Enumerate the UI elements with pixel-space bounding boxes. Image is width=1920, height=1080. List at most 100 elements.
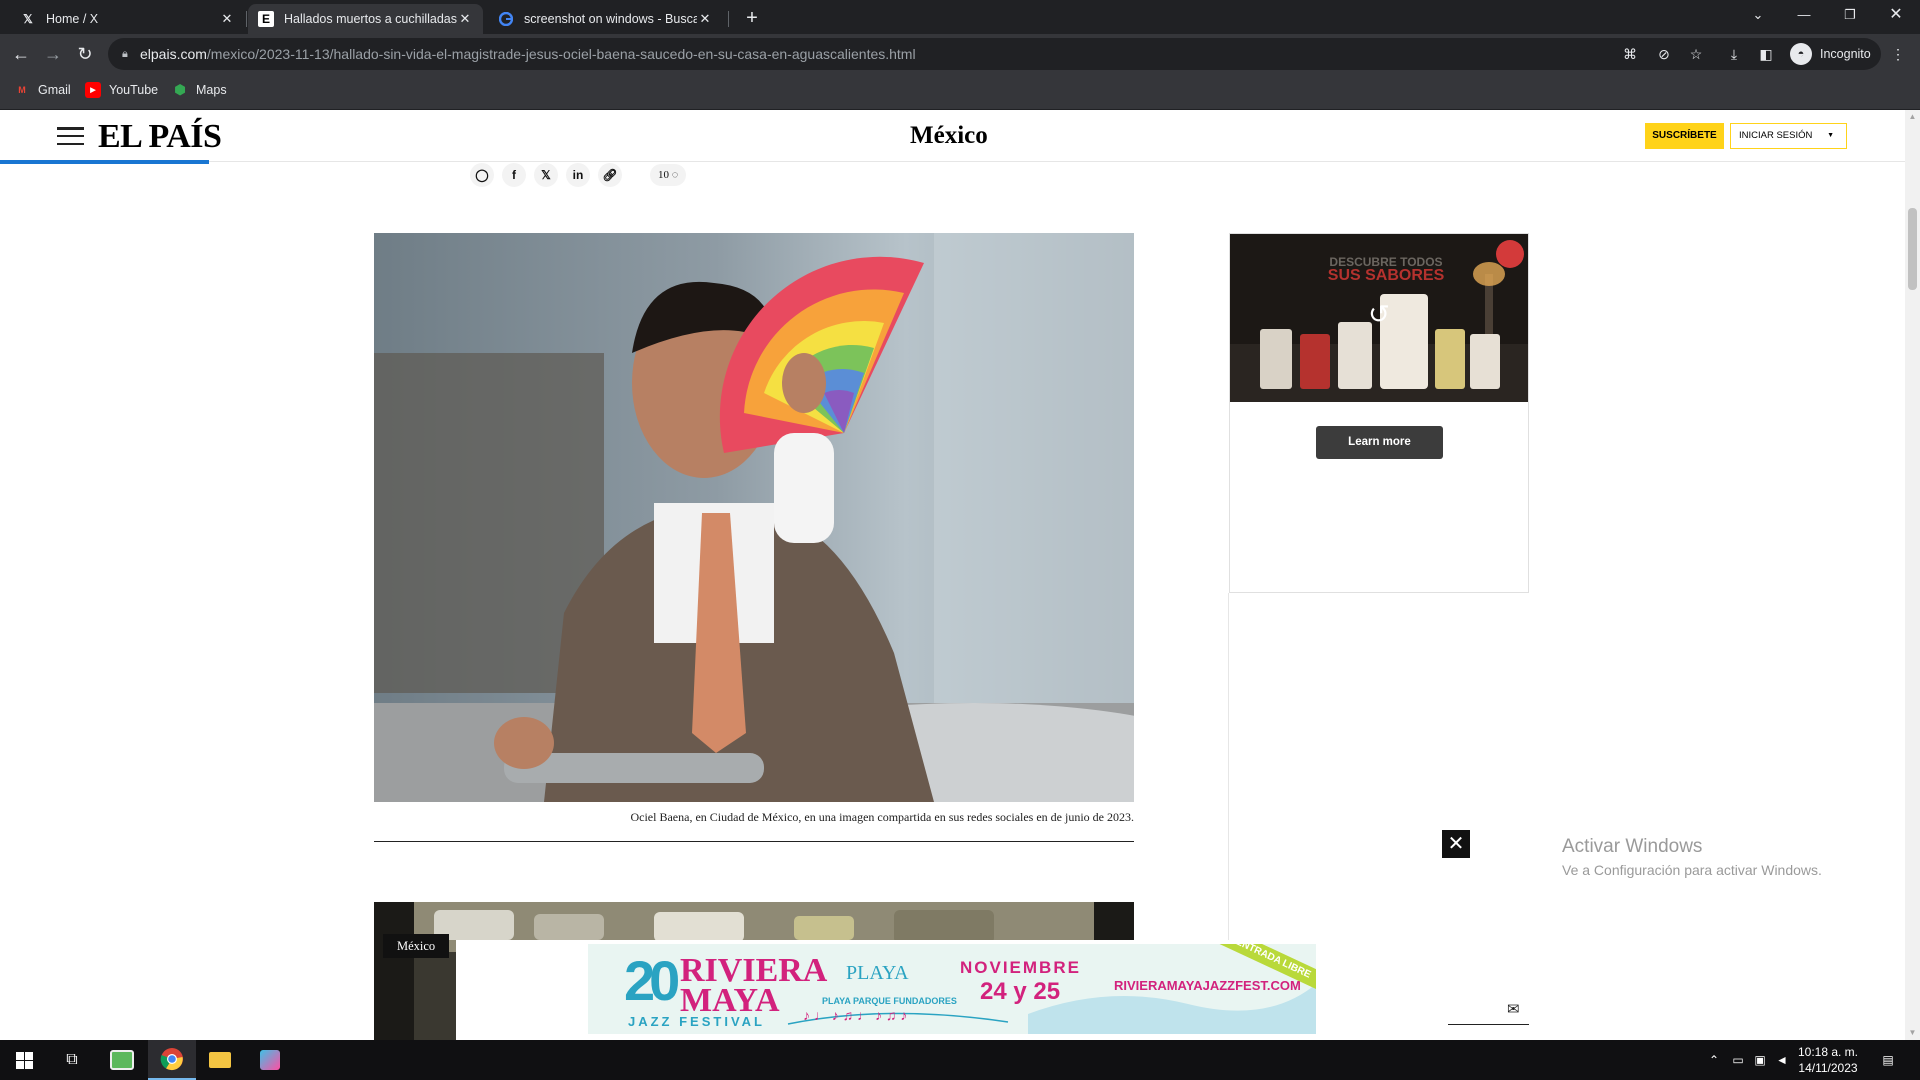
incognito-profile-button[interactable]: ◓ Incognito (1786, 39, 1881, 69)
tab-title: Home / X (46, 12, 99, 26)
maps-icon: ⬢ (174, 82, 186, 97)
bookmark-youtube[interactable]: ▶ YouTube (85, 82, 158, 98)
task-view-button[interactable]: ⧉ (48, 1040, 96, 1080)
linkedin-icon[interactable]: in (566, 163, 590, 187)
photo-caption: Ociel Baena, en Ciudad de México, en una… (630, 810, 1134, 824)
youtube-icon: ▶ (85, 82, 101, 98)
bookmark-maps[interactable]: ⬢ Maps (172, 82, 226, 98)
incognito-icon: ◓ (1790, 43, 1812, 65)
x-share-icon[interactable]: 𝕏 (534, 163, 558, 187)
subscribe-button[interactable]: SUSCRÍBETE (1645, 123, 1724, 149)
taskbar-chrome[interactable] (148, 1040, 196, 1080)
meet-now-icon[interactable]: ▭ (1730, 1052, 1746, 1068)
article-photo (374, 233, 1134, 802)
menu-dots-icon[interactable]: ⋮ (1888, 44, 1908, 64)
tab-search-icon[interactable]: ⌄ (1735, 0, 1781, 30)
scroll-down-icon[interactable]: ▼ (1908, 1028, 1917, 1038)
site-header: EL PAÍS México SUSCRÍBETE INICIAR SESIÓN… (0, 110, 1905, 164)
close-tab-icon[interactable]: ✕ (219, 11, 235, 27)
banner-number: 20 (624, 949, 680, 1012)
banner-days: 24 y 25 (980, 978, 1061, 1005)
tab-x-home[interactable]: 𝕏 Home / X ✕ (10, 4, 245, 34)
show-hidden-icons[interactable]: ⌃ (1706, 1052, 1722, 1068)
address-bar[interactable]: 🔒︎ elpais.com/mexico/2023-11-13/hallado-… (108, 38, 1880, 70)
translate-icon[interactable]: ⌘ (1620, 44, 1640, 64)
learn-more-button[interactable]: Learn more (1316, 426, 1443, 459)
bookmark-gmail[interactable]: M Gmail (14, 82, 70, 98)
eye-off-icon[interactable]: ⊘ (1654, 44, 1674, 64)
taskbar-app-green[interactable] (98, 1040, 146, 1080)
gmail-icon: M (18, 85, 26, 95)
taskbar-file-explorer[interactable] (196, 1040, 244, 1080)
restore-button[interactable]: ❐ (1827, 0, 1873, 30)
sidebar-ad[interactable]: DESCUBRE TODOS SUS SABORES ↺ Learn more (1229, 233, 1529, 593)
replay-icon[interactable]: ↺ (1365, 300, 1393, 328)
x-logo-icon: 𝕏 (23, 12, 33, 26)
menu-icon[interactable] (57, 127, 84, 145)
network-icon[interactable]: ▣ (1752, 1052, 1768, 1068)
scroll-up-icon[interactable]: ▲ (1908, 112, 1917, 122)
comments-button[interactable]: 10 ◌ (650, 164, 687, 186)
forward-button[interactable]: → (41, 42, 65, 66)
section-title[interactable]: México (910, 122, 988, 150)
windows-logo-icon (15, 1051, 33, 1069)
whatsapp-icon[interactable]: ◯ (470, 163, 494, 187)
url-text: elpais.com/mexico/2023-11-13/hallado-sin… (140, 46, 916, 62)
bookmarks-bar: M Gmail ▶ YouTube ⬢ Maps (0, 74, 1920, 110)
task-view-icon: ⧉ (66, 1051, 78, 1068)
chrome-icon (160, 1048, 183, 1071)
el-pais-logo[interactable]: EL PAÍS (98, 118, 222, 156)
activate-windows-watermark: Activar Windows Ve a Configuración para … (1562, 836, 1822, 878)
caption-divider (374, 841, 1134, 842)
banner-venue: PLAYA (846, 962, 909, 984)
jazz-festival-banner[interactable]: ♪ ♩ ♪ ♫ ♩ ♪ ♫ ♪ 20 RIVIERA MAYA JAZZ FES… (588, 944, 1316, 1034)
new-tab-button[interactable]: + (740, 6, 764, 30)
tab-el-pais[interactable]: E Hallados muertos a cuchilladas e ✕ (248, 4, 483, 34)
sticky-bottom-ad[interactable]: ♪ ♩ ♪ ♫ ♩ ♪ ♫ ♪ 20 RIVIERA MAYA JAZZ FES… (456, 940, 1448, 1040)
ad-image[interactable]: DESCUBRE TODOS SUS SABORES ↺ (1230, 234, 1528, 402)
back-button[interactable]: ← (9, 42, 33, 66)
facebook-icon[interactable]: f (502, 163, 526, 187)
minimize-button[interactable]: — (1781, 0, 1827, 30)
ad-headline: DESCUBRE TODOS SUS SABORES (1327, 255, 1445, 284)
system-clock[interactable]: 10:18 a. m. 14/11/2023 (1788, 1044, 1868, 1076)
app-icon (110, 1050, 134, 1070)
tab-title: Hallados muertos a cuchilladas e (284, 12, 457, 26)
close-window-button[interactable]: ✕ (1873, 0, 1919, 30)
download-icon[interactable]: ⤓ (1724, 44, 1744, 64)
banner-subtitle: JAZZ FESTIVAL (628, 1014, 765, 1029)
link-icon[interactable]: 🔗︎ (598, 163, 622, 187)
close-ad-button[interactable]: ✕ (1442, 830, 1470, 858)
lock-icon[interactable]: 🔒︎ (122, 48, 140, 61)
start-button[interactable] (0, 1040, 48, 1080)
banner-url: RIVIERAMAYAJAZZFEST.COM (1114, 978, 1301, 993)
bookmark-star-icon[interactable]: ☆ (1686, 44, 1706, 64)
browser-toolbar: ← → ↻ 🔒︎ elpais.com/mexico/2023-11-13/ha… (0, 34, 1920, 74)
reading-progress-bar (0, 160, 209, 164)
tab-title: screenshot on windows - Buscar (524, 12, 697, 26)
page-scrollbar[interactable]: ▲ ▼ (1905, 110, 1920, 1040)
section-label[interactable]: México (383, 934, 450, 958)
folder-icon (209, 1052, 231, 1068)
mail-icon[interactable]: ✉ (1507, 1002, 1525, 1017)
banner-title: RIVIERA MAYA (680, 952, 828, 1019)
notifications-icon[interactable]: ▤ (1880, 1052, 1896, 1068)
taskbar-app-store[interactable] (246, 1040, 294, 1080)
newsletter-underline (1445, 1024, 1529, 1025)
google-icon (498, 11, 514, 27)
web-page: EL PAÍS México SUSCRÍBETE INICIAR SESIÓN… (0, 110, 1905, 1040)
tab-google-search[interactable]: screenshot on windows - Buscar ✕ (488, 4, 723, 34)
windows-taskbar: ⧉ ⌃ ▭ ▣ ◄ 10:18 a. m. 14/11/2023 ▤ (0, 1040, 1920, 1080)
close-tab-icon[interactable]: ✕ (457, 11, 473, 27)
login-button[interactable]: INICIAR SESIÓN ▼ (1730, 123, 1847, 149)
share-bar: ◯ f 𝕏 in 🔗︎ 10 ◌ (470, 160, 687, 190)
el-pais-icon: E (258, 11, 274, 27)
scroll-thumb[interactable] (1908, 208, 1917, 290)
tab-strip: 𝕏 Home / X ✕ E Hallados muertos a cuchil… (0, 0, 1920, 34)
app-icon (260, 1050, 280, 1070)
caret-down-icon: ▼ (1827, 132, 1834, 139)
reload-button[interactable]: ↻ (73, 42, 97, 66)
profile-label: Incognito (1820, 47, 1871, 61)
close-tab-icon[interactable]: ✕ (697, 11, 713, 27)
side-panel-icon[interactable]: ◧ (1756, 44, 1776, 64)
